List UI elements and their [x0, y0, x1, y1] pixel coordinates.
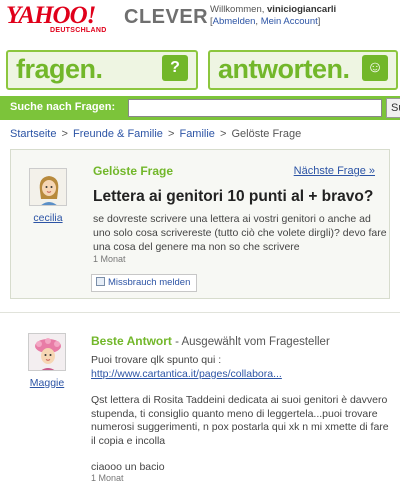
breadcrumb-separator: > [167, 128, 175, 140]
answerer-username[interactable]: Maggie [22, 377, 72, 389]
ask-question-button[interactable]: fragen. ? [6, 50, 198, 90]
search-label: Suche nach Fragen: [10, 101, 116, 113]
answer-label: antworten. [218, 54, 350, 84]
logo-text: YAHOO! [6, 2, 96, 29]
breadcrumb-friends-family[interactable]: Freunde & Familie [73, 128, 163, 140]
asker-profile: cecilia [23, 168, 73, 224]
answerer-profile: Maggie [22, 333, 72, 389]
answer-body: Qst lettera di Rosita Taddeini dedicata … [91, 394, 389, 447]
breadcrumb-family[interactable]: Familie [179, 128, 214, 140]
avatar[interactable] [29, 168, 67, 206]
header: YAHOO! DEUTSCHLAND CLEVER Willkommen, vi… [0, 0, 400, 44]
welcome-username: viniciogiancarli [267, 4, 337, 15]
question-timestamp: 1 Monat [93, 254, 126, 264]
asker-username[interactable]: cecilia [23, 212, 73, 224]
question-title: Lettera ai genitori 10 punti al + bravo? [93, 188, 374, 205]
answer-closing: ciaooo un bacio [91, 461, 165, 473]
avatar[interactable] [28, 333, 66, 371]
breadcrumb-current: Gelöste Frage [231, 128, 302, 140]
next-question-link[interactable]: Nächste Frage » [294, 165, 375, 177]
answer-questions-button[interactable]: antworten. ☺ [208, 50, 398, 90]
smiley-icon: ☺ [362, 55, 388, 81]
logo-subtext: DEUTSCHLAND [50, 27, 107, 34]
search-input[interactable] [128, 99, 382, 117]
answer-timestamp: 1 Monat [91, 473, 124, 483]
report-abuse-button[interactable]: Missbrauch melden [91, 274, 198, 292]
best-answer-box: Maggie Beste Antwort - Ausgewählt vom Fr… [0, 312, 400, 485]
question-mark-icon: ? [162, 55, 188, 81]
question-box: cecilia Gelöste Frage Nächste Frage » Le… [10, 149, 390, 299]
bracket-close: ] [317, 16, 321, 27]
account-link[interactable]: Mein Account [261, 16, 318, 27]
answer-source-link[interactable]: http://www.cartantica.it/pages/collabora… [91, 368, 391, 382]
breadcrumb: Startseite > Freunde & Familie > Familie… [10, 128, 301, 140]
avatar-cecilia-icon [30, 169, 66, 205]
best-answer-label: Beste Antwort [91, 334, 172, 348]
logout-link[interactable]: Abmelden [213, 16, 256, 27]
clever-logo: CLEVER [124, 6, 209, 28]
question-text: se dovreste scrivere una lettera ai vost… [93, 213, 387, 253]
chosen-by-asker: - Ausgewählt vom Fragesteller [171, 336, 330, 348]
breadcrumb-home[interactable]: Startseite [10, 128, 56, 140]
best-answer-heading: Beste Antwort - Ausgewählt vom Fragestel… [91, 334, 330, 348]
flag-icon [96, 277, 105, 286]
breadcrumb-separator: > [61, 128, 68, 140]
report-label: Missbrauch melden [108, 277, 191, 288]
answer-intro: Puoi trovare qlk spunto qui : [91, 354, 222, 366]
welcome-text: Willkommen, [210, 4, 265, 15]
search-bar: Suche nach Fragen: Su [0, 96, 400, 120]
breadcrumb-separator: > [219, 128, 227, 140]
yahoo-logo[interactable]: YAHOO! DEUTSCHLAND [6, 2, 106, 34]
answer-text: Puoi trovare qlk spunto qui : http://www… [91, 354, 391, 475]
avatar-maggie-icon [29, 334, 65, 370]
search-button[interactable]: Su [386, 98, 400, 118]
question-status-heading: Gelöste Frage [93, 164, 174, 178]
welcome-box: Willkommen, viniciogiancarli [Abmelden, … [210, 4, 336, 28]
ask-label: fragen. [16, 54, 103, 84]
